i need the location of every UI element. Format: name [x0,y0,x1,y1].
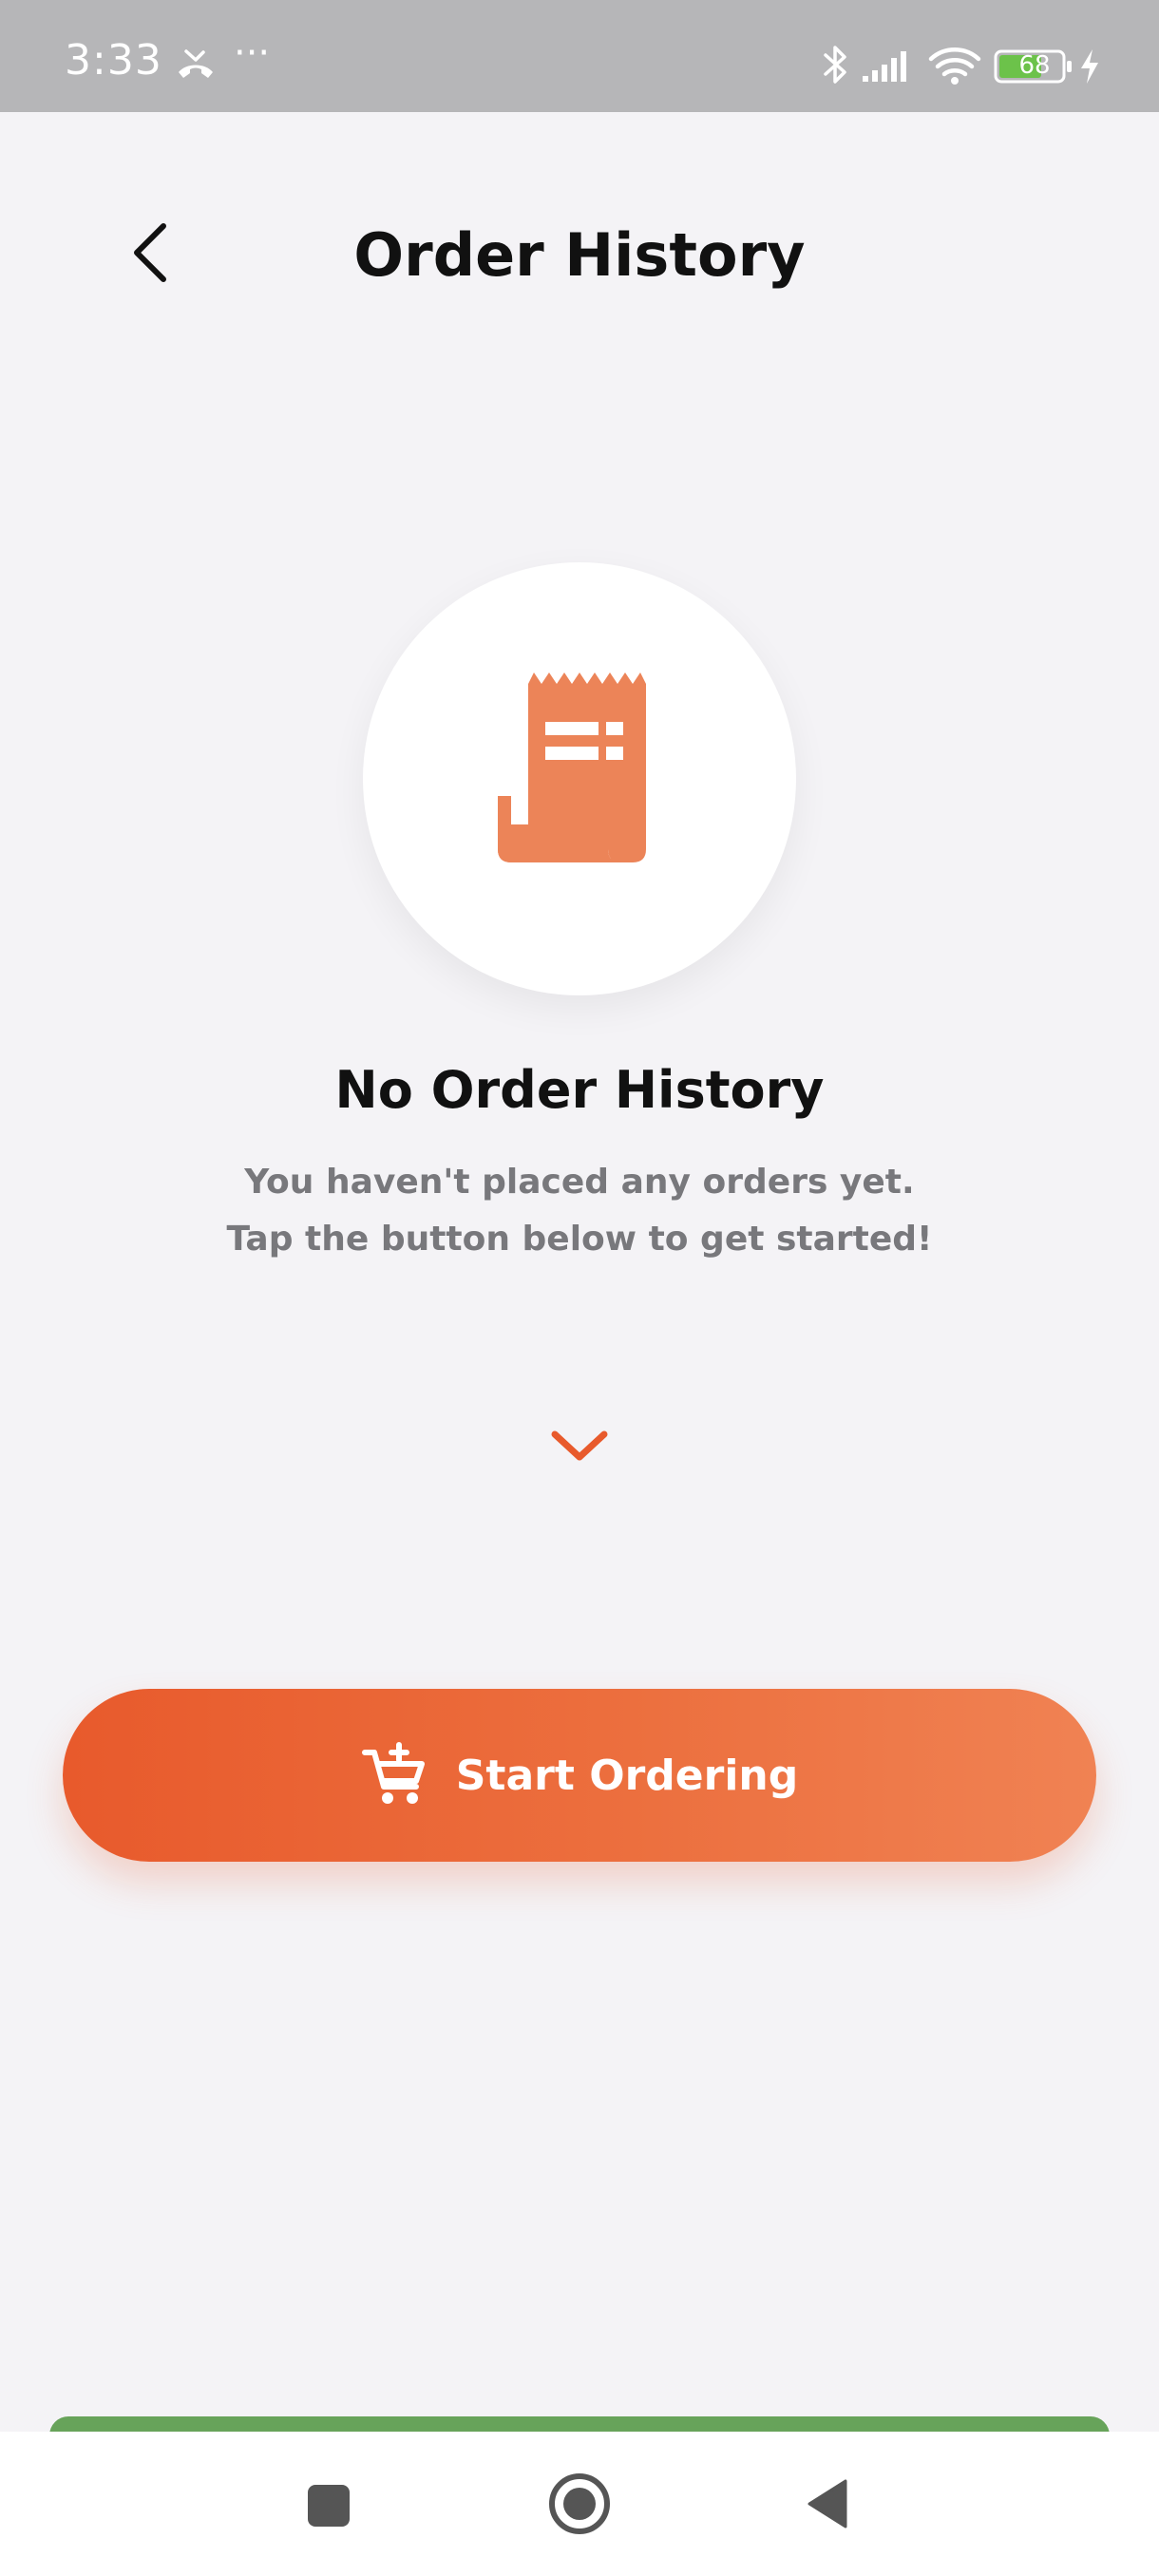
home-icon[interactable] [547,2472,612,2536]
battery-level: 68 [1018,51,1051,80]
status-time: 3:33 [65,36,162,85]
missed-call-icon [179,49,213,78]
empty-state-illustration [363,562,796,995]
wifi-icon [928,47,981,85]
empty-state-message-line1: You haven't placed any orders yet. [244,1163,915,1202]
start-ordering-button[interactable]: Start Ordering [63,1689,1096,1862]
page-title: Order History [353,220,806,290]
chevron-down-icon [551,1430,608,1461]
start-ordering-label: Start Ordering [455,1751,799,1800]
empty-state-title: No Order History [334,1060,825,1120]
more-notifications-icon: ··· [234,31,271,75]
status-bar: 3:33 ··· 68 [0,0,1159,112]
system-navigation-bar [0,2432,1159,2576]
receipt-icon [498,672,646,862]
cart-add-icon [361,1742,425,1804]
empty-state-message-line2: Tap the button below to get started! [226,1220,933,1259]
charging-icon [1081,49,1098,84]
bluetooth-icon [824,46,846,84]
signal-icon [863,51,906,82]
recents-icon[interactable] [306,2483,352,2529]
back-icon[interactable] [804,2477,851,2530]
